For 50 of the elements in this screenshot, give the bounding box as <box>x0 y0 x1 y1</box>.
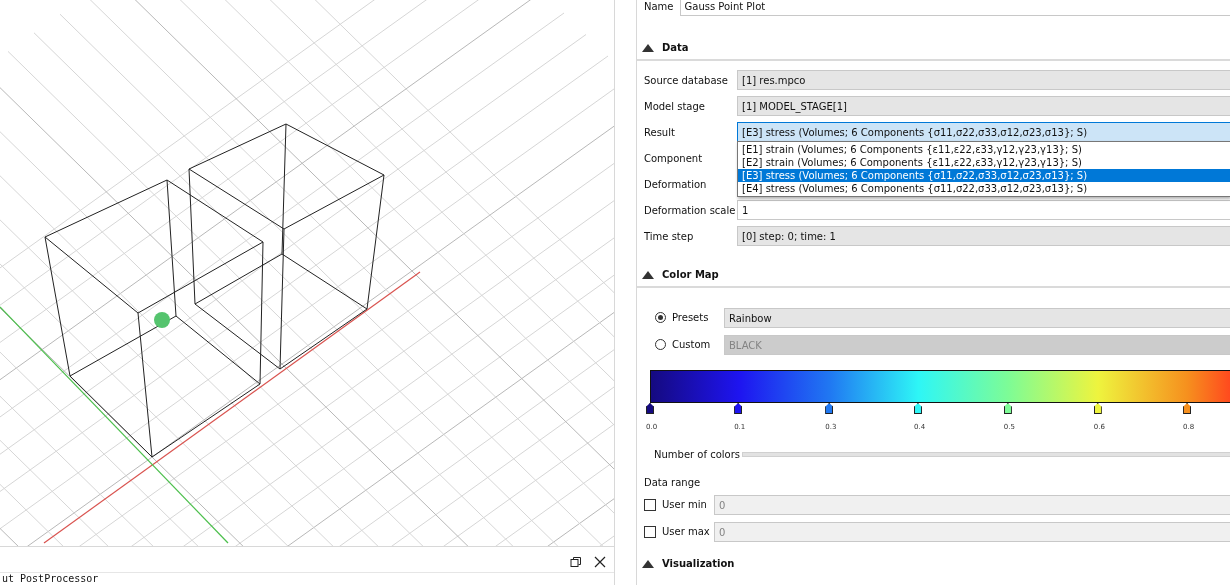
input-field[interactable]: 1 <box>737 200 1230 220</box>
color-stop-marker[interactable] <box>1093 403 1102 414</box>
collapse-triangle-icon[interactable] <box>642 269 654 279</box>
group-label: Data range <box>644 476 702 490</box>
gauss-point-marker <box>154 312 170 328</box>
field-label: Number of colors <box>654 448 741 460</box>
field-label: Source database <box>644 74 729 86</box>
close-icon[interactable] <box>594 556 606 568</box>
field-label: Deformation scale <box>644 204 737 216</box>
checkbox[interactable] <box>644 525 656 538</box>
section-title: Color Map <box>662 268 719 280</box>
field-label: Time step <box>644 230 695 242</box>
field-label: Component <box>644 152 704 164</box>
dropdown-option[interactable]: [E3] stress (Volumes; 6 Components {σ11,σ22,σ33,σ12,σ23,σ13}; S) <box>738 169 1230 182</box>
dropdown-option[interactable]: [E1] strain (Volumes; 6 Components {ε11,ε22,ε33,γ12,γ23,γ13}; S) <box>738 143 1230 156</box>
radio-button[interactable] <box>655 339 666 350</box>
radio-label: Presets <box>671 312 710 323</box>
dropdown-field[interactable]: [E3] stress (Volumes; 6 Components {σ11,σ22,σ33,σ12,σ23,σ13}; S) <box>737 122 1230 142</box>
dropdown-field[interactable]: [1] res.mpco <box>737 70 1230 90</box>
dropdown-field[interactable]: Rainbow <box>724 307 1230 328</box>
name-field[interactable]: Gauss Point Plot <box>679 0 1230 16</box>
input-field[interactable]: 0 <box>714 521 1230 542</box>
dropdown-field: BLACK <box>724 334 1230 355</box>
slider-track[interactable] <box>742 451 1230 457</box>
console-text: ut PostProcessor <box>0 572 614 585</box>
collapse-triangle-icon[interactable] <box>642 558 654 568</box>
color-stop-marker[interactable] <box>1183 403 1192 414</box>
collapse-triangle-icon[interactable] <box>642 42 654 52</box>
color-stop-marker[interactable] <box>1003 403 1012 414</box>
dropdown-option[interactable]: [E4] stress (Volumes; 6 Components {σ11,σ22,σ33,σ12,σ23,σ13}; S) <box>738 182 1230 195</box>
color-stop-marker[interactable] <box>913 403 922 414</box>
field-label: Model stage <box>644 100 706 112</box>
radio-button[interactable] <box>655 312 666 323</box>
color-stop-marker[interactable] <box>734 403 743 414</box>
dropdown-field[interactable]: [0] step: 0; time: 1 <box>737 226 1230 246</box>
field-label: Result <box>644 126 676 138</box>
input-field[interactable]: 0 <box>714 494 1230 515</box>
field-label: Deformation <box>644 178 708 190</box>
checkbox-label: User max <box>661 526 711 537</box>
dropdown-field[interactable]: [1] MODEL_STAGE[1] <box>737 96 1230 116</box>
checkbox-label: User min <box>661 499 708 510</box>
color-stop-marker[interactable] <box>825 403 834 414</box>
checkbox[interactable] <box>644 498 656 511</box>
dropdown-option[interactable]: [E2] strain (Volumes; 6 Components {ε11,ε22,ε33,γ12,γ23,γ13}; S) <box>738 156 1230 169</box>
color-stop-marker[interactable] <box>646 403 654 414</box>
radio-label: Custom <box>671 339 712 350</box>
field-label: Name <box>644 0 674 12</box>
restore-icon[interactable] <box>570 556 582 568</box>
section-title: Data <box>662 41 689 53</box>
section-title: Visualization <box>662 557 735 569</box>
